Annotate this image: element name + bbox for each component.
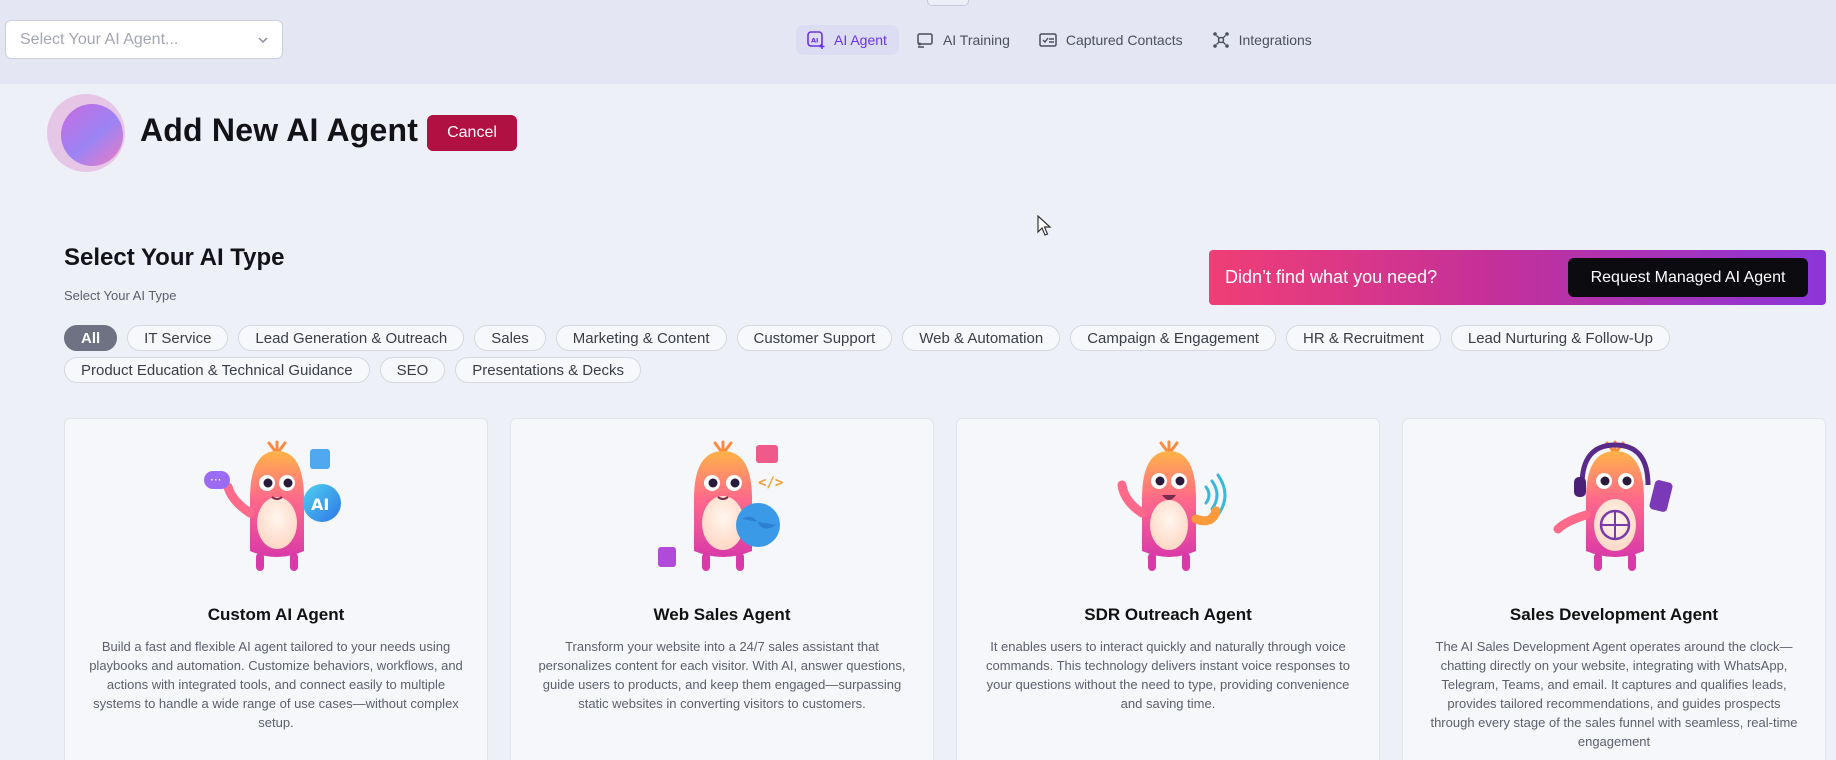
filter-chip-seo[interactable]: SEO: [379, 357, 446, 383]
filter-chip-customer-support[interactable]: Customer Support: [736, 325, 893, 351]
svg-text:···: ···: [210, 473, 221, 487]
integrations-icon: [1212, 32, 1229, 48]
agent-card-sdr-outreach[interactable]: SDR Outreach Agent It enables users to i…: [956, 418, 1380, 760]
card-description: Transform your website into a 24/7 sales…: [538, 639, 906, 711]
card-description: The AI Sales Development Agent operates …: [1430, 639, 1798, 749]
custom-ai-mascot-icon: ··· AI: [204, 440, 341, 571]
svg-text:AI: AI: [311, 495, 329, 514]
card-title: SDR Outreach Agent: [1084, 605, 1252, 624]
section-title: Select Your AI Type: [64, 244, 285, 271]
card-description: It enables users to interact quickly and…: [986, 639, 1350, 711]
mouse-cursor-icon: [1037, 215, 1052, 236]
tab-integrations[interactable]: Integrations: [1201, 25, 1324, 55]
ai-training-icon: [917, 33, 933, 48]
filter-chip-hr[interactable]: HR & Recruitment: [1285, 325, 1441, 351]
card-description: Build a fast and flexible AI agent tailo…: [89, 639, 463, 730]
top-bar: Select Your AI Agent... AI AI Agent AI T…: [0, 0, 1836, 84]
card-title: Web Sales Agent: [653, 605, 791, 624]
chevron-down-icon: [258, 37, 268, 44]
filter-chip-it-service[interactable]: IT Service: [127, 325, 229, 351]
ai-type-filters: All IT Service Lead Generation & Outreac…: [64, 325, 1744, 383]
card-title: Custom AI Agent: [207, 605, 345, 624]
web-sales-mascot-icon: </>: [658, 440, 783, 571]
filter-chip-web-automation[interactable]: Web & Automation: [902, 325, 1061, 351]
tab-captured-contacts-label: Captured Contacts: [1065, 32, 1183, 48]
section-subtitle: Select Your AI Type: [64, 288, 177, 303]
agent-card-sales-development[interactable]: Sales Development Agent The AI Sales Dev…: [1402, 418, 1826, 760]
ai-agent-icon: AI: [807, 31, 825, 49]
collapse-handle[interactable]: [927, 0, 969, 6]
sdr-outreach-mascot-icon: [1117, 440, 1227, 571]
filter-chip-campaign[interactable]: Campaign & Engagement: [1070, 325, 1276, 351]
tab-ai-training-label: AI Training: [942, 32, 1010, 48]
banner-text: Didn’t find what you need?: [1225, 267, 1438, 287]
filter-chip-all[interactable]: All: [64, 325, 118, 351]
filter-chip-lead-generation[interactable]: Lead Generation & Outreach: [238, 325, 465, 351]
contacts-card-icon: [1039, 33, 1057, 47]
tab-captured-contacts[interactable]: Captured Contacts: [1028, 25, 1195, 55]
card-title: Sales Development Agent: [1509, 605, 1719, 624]
filter-chip-presentations[interactable]: Presentations & Decks: [455, 357, 641, 383]
main-nav: AI AI Agent AI Training Captured Contact…: [796, 25, 1324, 55]
cancel-button[interactable]: Cancel: [427, 115, 517, 151]
agent-select-placeholder: Select Your AI Agent...: [20, 30, 179, 48]
filter-chip-marketing[interactable]: Marketing & Content: [555, 325, 727, 351]
agent-select-dropdown[interactable]: Select Your AI Agent...: [5, 20, 283, 59]
page-title: Add New AI Agent: [140, 112, 419, 148]
sales-development-mascot-icon: [1553, 440, 1673, 571]
tab-ai-training[interactable]: AI Training: [905, 25, 1022, 55]
tab-ai-agent-label: AI Agent: [834, 32, 887, 48]
svg-text:</>: </>: [758, 475, 783, 491]
managed-agent-banner: Didn’t find what you need? Request Manag…: [1209, 250, 1826, 305]
tab-integrations-label: Integrations: [1238, 32, 1312, 48]
filter-chip-sales[interactable]: Sales: [474, 325, 546, 351]
tab-ai-agent[interactable]: AI AI Agent: [796, 25, 899, 55]
agent-avatar: [47, 94, 125, 172]
agent-card-web-sales[interactable]: </> Web Sales Agent Transform your websi…: [510, 418, 934, 760]
agent-card-custom-ai[interactable]: ··· AI Custom AI Agent Build a fast and …: [64, 418, 488, 760]
svg-text:AI: AI: [811, 37, 818, 45]
filter-chip-product-education[interactable]: Product Education & Technical Guidance: [64, 357, 370, 383]
filter-chip-lead-nurturing[interactable]: Lead Nurturing & Follow-Up: [1450, 325, 1670, 351]
request-managed-agent-button[interactable]: Request Managed AI Agent: [1568, 258, 1808, 297]
